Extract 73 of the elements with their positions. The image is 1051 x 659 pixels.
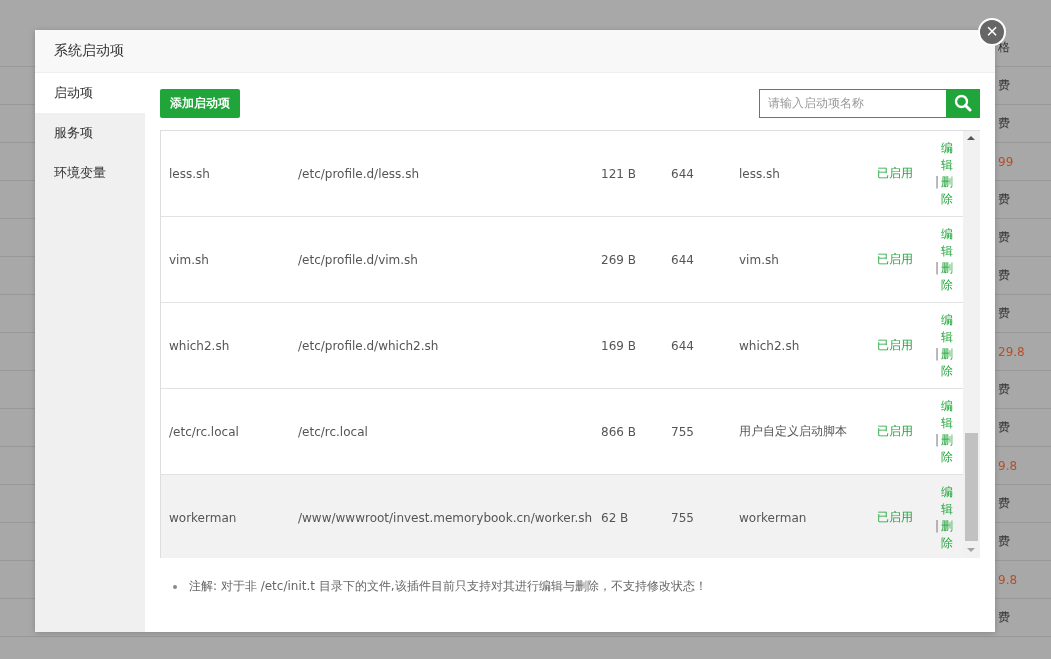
edit-link[interactable]: 编辑	[941, 311, 953, 346]
mode-cell-text: 755	[670, 510, 695, 525]
price-text: 费	[998, 115, 1010, 132]
path-cell-text: /etc/profile.d/vim.sh	[297, 252, 419, 267]
separator: |	[934, 345, 940, 363]
edit-link[interactable]: 编辑	[941, 483, 953, 518]
size-cell-text: 269 B	[600, 252, 637, 267]
separator: |	[934, 431, 940, 449]
sidebar-tab[interactable]: 环境变量	[35, 153, 145, 193]
description-cell-text: which2.sh	[738, 338, 801, 353]
mode-cell-text: 644	[670, 338, 695, 353]
price-text: 费	[998, 381, 1010, 398]
price-text: 9.8	[998, 572, 1018, 587]
edit-link[interactable]: 编辑	[941, 139, 953, 174]
sidebar-tab[interactable]: 启动项	[35, 73, 145, 113]
bullet-icon	[173, 584, 177, 589]
search-field[interactable]: 请输入启动项名称	[759, 88, 980, 118]
size-cell-text: 62 B	[600, 510, 630, 525]
edit-link[interactable]: 编辑	[941, 397, 953, 432]
path-cell-text: /etc/profile.d/less.sh	[297, 166, 421, 181]
price-text: 费	[998, 267, 1010, 284]
price-text: 费	[998, 305, 1010, 322]
name-cell-text: workerman	[168, 510, 238, 525]
price-text: 费	[998, 229, 1010, 246]
description-cell-text: vim.sh	[738, 252, 780, 267]
status-cell-text: 已启用	[876, 251, 914, 268]
price-text: 9.8	[998, 458, 1018, 473]
delete-link[interactable]: 删除	[941, 259, 953, 294]
search-button[interactable]	[946, 88, 980, 118]
name-cell-text: which2.sh	[168, 338, 231, 353]
name-cell-text: less.sh	[168, 166, 211, 181]
note-text: 注解: 对于非 /etc/init.t 目录下的文件,该插件目前只支持对其进行编辑与删除，不支持修改状态！	[189, 578, 707, 595]
size-cell-text: 169 B	[600, 338, 637, 353]
price-text: 费	[998, 495, 1010, 512]
price-text: 29.8	[998, 344, 1025, 359]
price-text: 费	[998, 419, 1010, 436]
scrollbar[interactable]	[963, 131, 980, 558]
description-cell-text: less.sh	[738, 166, 781, 181]
sidebar-tab[interactable]: 服务项	[35, 113, 145, 153]
delete-link[interactable]: 删除	[941, 517, 953, 552]
name-cell-text: /etc/rc.local	[168, 424, 240, 439]
path-cell-text: /www/wwwroot/invest.memorybook.cn/worker.sh	[297, 510, 593, 525]
delete-link[interactable]: 删除	[941, 345, 953, 380]
size-cell-text: 866 B	[600, 424, 637, 439]
scroll-thumb[interactable]	[965, 433, 978, 541]
path-cell-text: /etc/profile.d/which2.sh	[297, 338, 440, 353]
scroll-down-icon[interactable]	[967, 548, 975, 552]
price-text: 99	[998, 154, 1014, 169]
add-button[interactable]: 添加启动项	[160, 88, 240, 118]
edit-link[interactable]: 编辑	[941, 225, 953, 260]
search-icon	[954, 94, 972, 112]
mode-cell-text: 644	[670, 166, 695, 181]
scroll-up-icon[interactable]	[967, 136, 975, 140]
mode-cell-text: 644	[670, 252, 695, 267]
price-text: 费	[998, 533, 1010, 550]
delete-link[interactable]: 删除	[941, 431, 953, 466]
description-cell-text: 用户自定义启动脚本	[738, 423, 848, 440]
price-text: 费	[998, 77, 1010, 94]
path-cell-text: /etc/rc.local	[297, 424, 369, 439]
status-cell-text: 已启用	[876, 165, 914, 182]
description-cell-text: workerman	[738, 510, 808, 525]
status-cell-text: 已启用	[876, 509, 914, 526]
separator: |	[934, 517, 940, 535]
status-cell-text: 已启用	[876, 337, 914, 354]
separator: |	[934, 173, 940, 191]
status-cell-text: 已启用	[876, 423, 914, 440]
separator: |	[934, 259, 940, 277]
size-cell-text: 121 B	[600, 166, 637, 181]
mode-cell-text: 755	[670, 424, 695, 439]
price-text: 费	[998, 191, 1010, 208]
price-text: 费	[998, 609, 1010, 626]
name-cell-text: vim.sh	[168, 252, 210, 267]
delete-link[interactable]: 删除	[941, 173, 953, 208]
